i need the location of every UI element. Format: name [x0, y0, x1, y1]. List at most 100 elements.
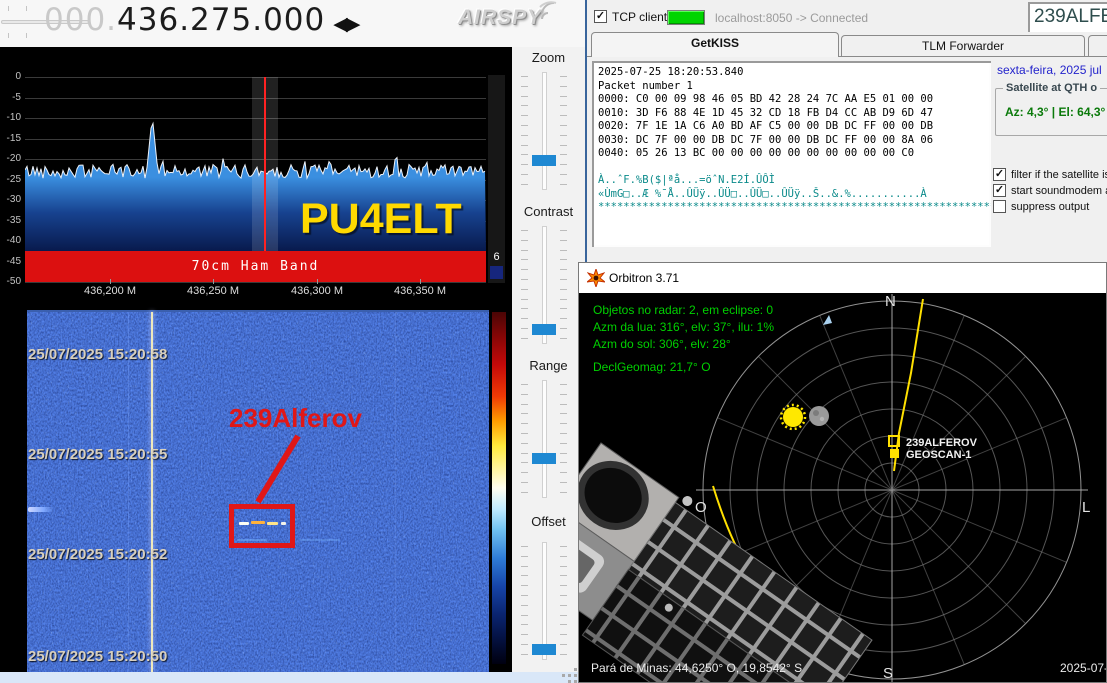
date-status: 2025-07-2 — [1060, 661, 1106, 675]
packet-log[interactable]: 2025-07-25 18:20:53.840Packet number 100… — [592, 61, 991, 247]
packet-trace — [239, 522, 249, 525]
radar-info-line: DeclGeomag: 21,7° O — [593, 360, 711, 374]
slider-tick — [521, 259, 528, 260]
slider-tick — [560, 492, 567, 493]
resize-grip[interactable] — [574, 668, 577, 671]
tab-getkiss[interactable]: GetKISS — [591, 32, 839, 57]
azimuth-elevation-value: Az: 4,3° | El: 64,3° — [1005, 105, 1105, 119]
frequency-tick-label: 436,350 M — [385, 285, 455, 297]
frequency-tick-label: 436,200 M — [75, 285, 145, 297]
packet-trace-faint — [300, 539, 340, 541]
slider-tick — [560, 230, 567, 231]
spectrum-db-label: -50 — [0, 277, 21, 287]
radar-view[interactable]: Objetos no radar: 2, em eclipse: 0Azm da… — [579, 293, 1106, 682]
slider-tick — [521, 644, 528, 645]
packet-log-line: 0010: 3D F6 88 4E 1D 45 32 CD 18 FB D4 C… — [598, 107, 985, 121]
slider-track-range[interactable] — [542, 380, 547, 498]
slider-tick — [521, 318, 528, 319]
slider-handle-zoom[interactable] — [532, 155, 556, 166]
slider-handle-contrast[interactable] — [532, 324, 556, 335]
spectrum-display[interactable]: 0-5-10-15-20-25-30-35-40-45-50 70cm Ham … — [0, 47, 512, 300]
slider-tick — [521, 384, 528, 385]
satellite-marker-geoscan[interactable] — [890, 449, 899, 458]
slider-track-zoom[interactable] — [542, 72, 547, 190]
radar-plot — [579, 293, 1106, 682]
tcp-client-checkbox[interactable]: ✓ — [594, 10, 607, 23]
slider-tick — [521, 413, 528, 414]
radar-spoke — [892, 356, 1026, 490]
slider-tick — [560, 145, 567, 146]
slider-tick — [560, 605, 567, 606]
slider-tick — [521, 105, 528, 106]
radar-spoke — [892, 490, 964, 665]
getkiss-window: ✓ TCP client localhost:8050 -> Connected… — [585, 0, 1107, 262]
orbitron-window-title: Orbitron 3.71 — [609, 271, 679, 285]
slider-tick — [521, 289, 528, 290]
tcp-client-label: TCP client — [612, 10, 667, 24]
compass-west: O — [695, 499, 707, 516]
compass-east: L — [1082, 499, 1090, 516]
slider-label-zoom: Zoom — [512, 50, 585, 65]
slider-handle-range[interactable] — [532, 453, 556, 464]
slider-tick — [521, 240, 528, 241]
satellite-name-field[interactable]: 239ALFEROV — [1028, 2, 1107, 32]
slider-tick — [560, 135, 567, 136]
slider-tick — [521, 472, 528, 473]
slider-tick — [521, 443, 528, 444]
slider-tick — [521, 462, 528, 463]
radar-spoke — [892, 490, 1026, 624]
slider-tick — [521, 328, 528, 329]
orbitron-window: Orbitron 3.71 — [578, 262, 1107, 683]
resize-grip[interactable] — [568, 674, 571, 677]
spectrum-db-label: -15 — [0, 134, 21, 144]
orbitron-titlebar[interactable]: Orbitron 3.71 — [579, 263, 1106, 293]
option-checkbox-3[interactable] — [993, 200, 1006, 213]
slider-tick — [521, 585, 528, 586]
tab-partial[interactable] — [1088, 35, 1107, 57]
slider-tick — [560, 423, 567, 424]
slider-tick — [521, 575, 528, 576]
option-checkbox-1[interactable]: ✓ — [993, 168, 1006, 181]
slider-tick — [560, 453, 567, 454]
option-checkbox-2[interactable]: ✓ — [993, 184, 1006, 197]
waterfall-display[interactable]: 25/07/2025 15:20:5825/07/2025 15:20:5525… — [0, 300, 512, 672]
tab-tlm-forwarder[interactable]: TLM Forwarder — [841, 35, 1085, 57]
slider-tick — [560, 96, 567, 97]
slider-tick — [521, 115, 528, 116]
spectrum-db-label: -45 — [0, 257, 21, 267]
slider-tick — [521, 250, 528, 251]
packet-trace — [251, 521, 265, 524]
frequency-tick-label: 436,250 M — [178, 285, 248, 297]
slider-tick — [521, 299, 528, 300]
slider-tick — [560, 125, 567, 126]
slider-tick — [560, 308, 567, 309]
slider-tick — [521, 556, 528, 557]
slider-tick — [560, 575, 567, 576]
slider-tick — [521, 154, 528, 155]
orbitron-app-icon — [587, 269, 605, 287]
annotation-box — [229, 504, 295, 548]
decoded-text-line: «ÙmG□..Æ %¯Å..ÛÜÿ..ÛÜ□..ÛÜ□..ÛÜÿ..Š..&.%… — [598, 188, 985, 202]
slider-tick — [560, 472, 567, 473]
packet-trace — [267, 522, 278, 525]
slider-label-contrast: Contrast — [512, 204, 585, 219]
qth-groupbox-title: Satellite at QTH o — [1003, 82, 1100, 94]
slider-tick — [521, 482, 528, 483]
slider-track-offset[interactable] — [542, 542, 547, 660]
slider-tick — [521, 634, 528, 635]
resize-grip[interactable] — [574, 674, 577, 677]
slider-handle-offset[interactable] — [532, 644, 556, 655]
volume-tick — [26, 33, 27, 38]
slider-tick — [560, 299, 567, 300]
frequency-display[interactable]: 000.436.275.000◀▶ — [44, 2, 358, 38]
spectrum-db-label: -25 — [0, 175, 21, 185]
slider-tick — [521, 394, 528, 395]
band-plan-banner: 70cm Ham Band — [25, 251, 486, 282]
option-label-2: start soundmodem a — [1011, 185, 1107, 197]
slider-tick — [560, 289, 567, 290]
slider-tick — [560, 443, 567, 444]
resize-grip[interactable] — [562, 674, 565, 677]
tune-step-arrows-icon[interactable]: ◀▶ — [333, 13, 358, 35]
slider-tick — [521, 164, 528, 165]
sdr-topbar: 000.436.275.000◀▶ AIRSPY — [0, 0, 585, 47]
